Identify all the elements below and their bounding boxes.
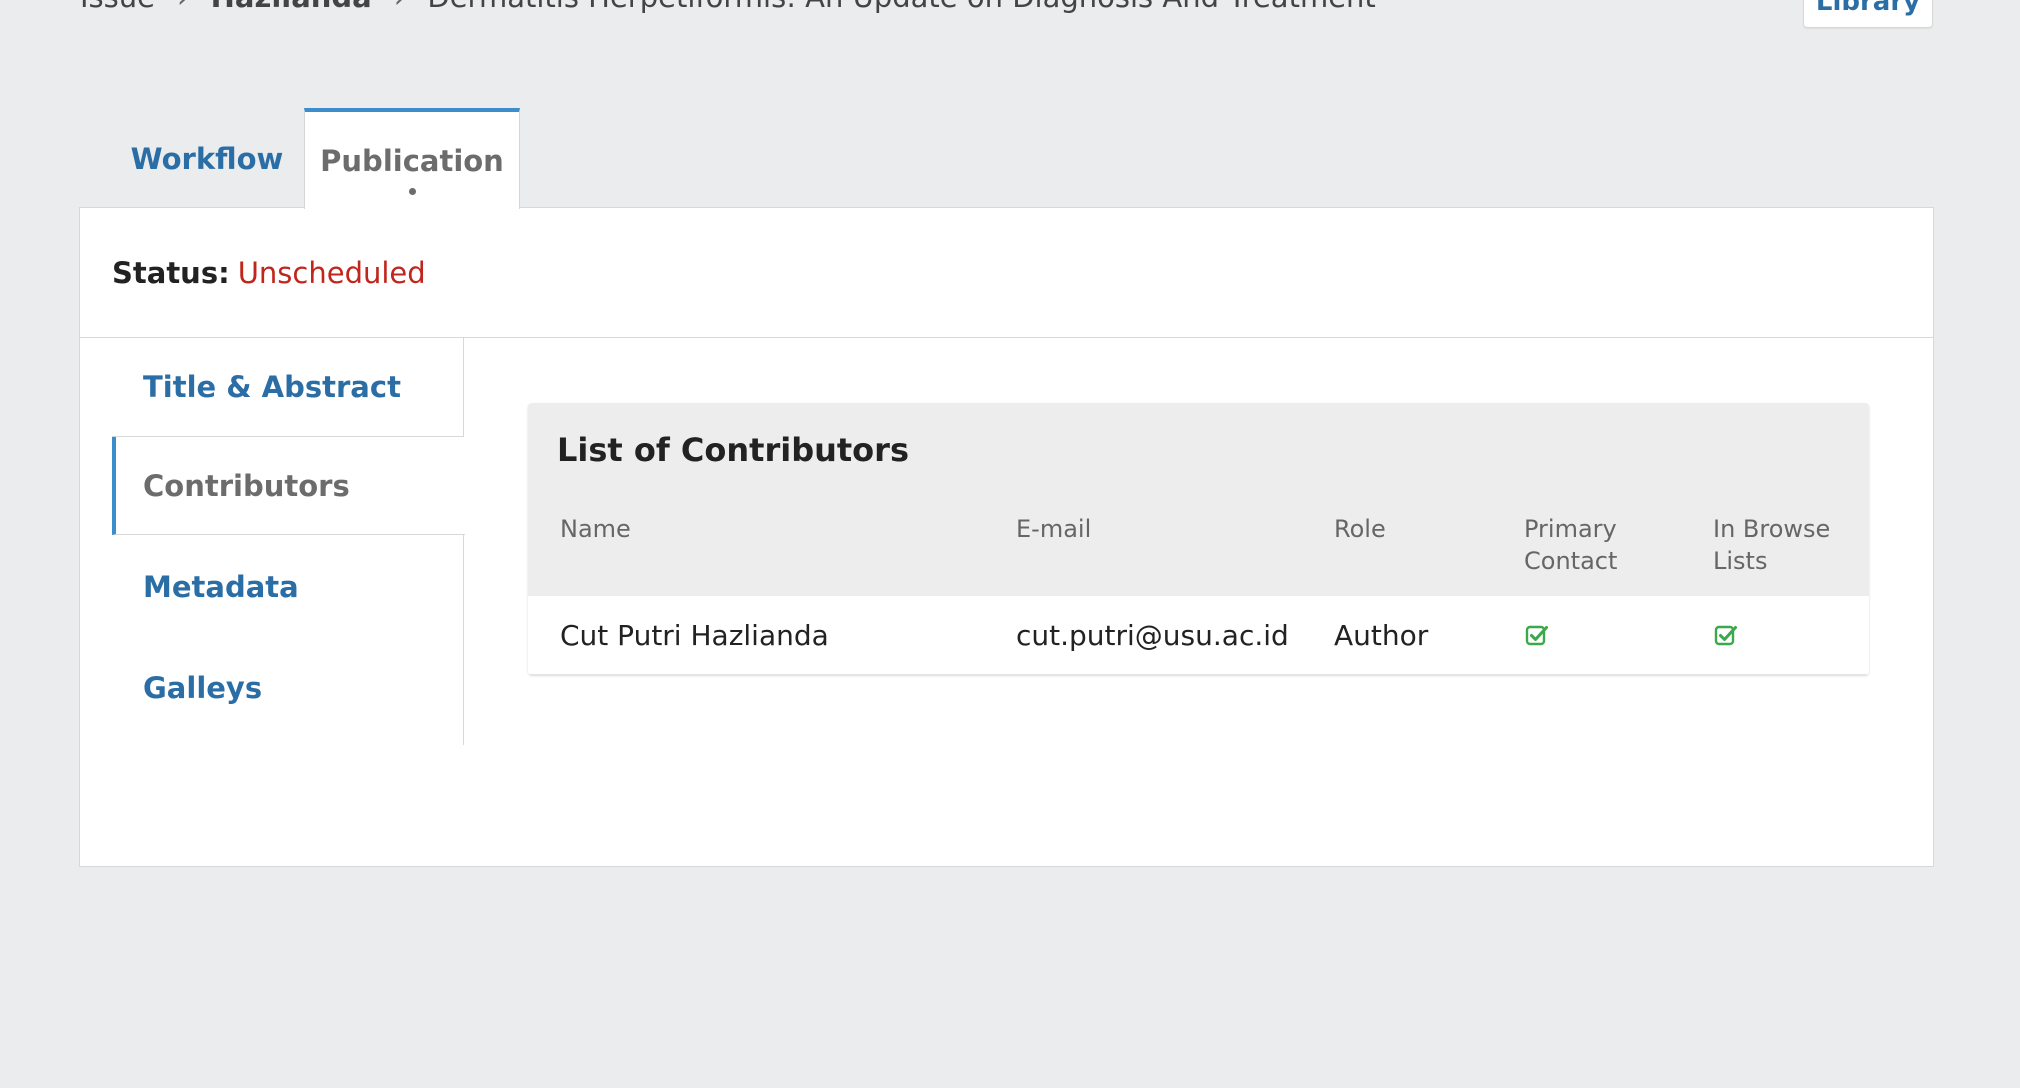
contributors-list: List of Contributors Name E-mail Role Pr… <box>528 403 1869 675</box>
library-button[interactable]: Library <box>1803 0 1933 28</box>
check-square-icon <box>1714 625 1737 646</box>
breadcrumb-separator: › <box>177 0 189 14</box>
column-header-role: Role <box>1334 515 1386 543</box>
column-header-primary-contact: Primary Contact <box>1524 513 1617 577</box>
primary-contact-check[interactable] <box>1525 596 1549 674</box>
column-header-browse-line1: In Browse <box>1713 515 1831 543</box>
workflow-tabs: Workflow Publication <box>110 108 520 209</box>
tab-workflow[interactable]: Workflow <box>110 110 304 208</box>
side-nav-divider <box>463 338 464 745</box>
breadcrumb-separator: › <box>394 0 406 14</box>
publication-status: Status: Unscheduled <box>80 208 1933 338</box>
publication-panel: Status: Unscheduled Title & Abstract Con… <box>79 207 1934 867</box>
breadcrumb: Issue › Hazlianda › Dermatitis Herpetifo… <box>80 0 1376 14</box>
tab-publication[interactable]: Publication <box>304 108 520 209</box>
column-header-in-browse-lists: In Browse Lists <box>1713 513 1830 577</box>
side-nav-title-abstract[interactable]: Title & Abstract <box>112 338 464 437</box>
status-value: Unscheduled <box>237 255 426 290</box>
breadcrumb-author[interactable]: Hazlianda <box>211 0 372 14</box>
side-nav-contributors[interactable]: Contributors <box>112 437 465 535</box>
column-header-name: Name <box>560 515 631 543</box>
check-square-icon <box>1525 625 1548 646</box>
breadcrumb-issue[interactable]: Issue <box>80 0 155 14</box>
contributors-list-title: List of Contributors <box>557 431 909 469</box>
status-label: Status: <box>112 255 230 290</box>
contributor-name: Cut Putri Hazlianda <box>560 618 829 652</box>
publication-side-nav: Title & Abstract Contributors Metadata G… <box>80 338 465 745</box>
in-browse-lists-check[interactable] <box>1714 596 1738 674</box>
column-header-browse-line2: Lists <box>1713 547 1768 575</box>
column-header-primary-contact-line2: Contact <box>1524 547 1618 575</box>
tab-publication-label: Publication <box>320 143 504 178</box>
table-row[interactable]: Cut Putri Hazlianda cut.putri@usu.ac.id … <box>528 596 1869 675</box>
column-header-email: E-mail <box>1016 515 1092 543</box>
contributor-role: Author <box>1334 618 1429 652</box>
contributors-list-header: List of Contributors Name E-mail Role Pr… <box>528 403 1869 596</box>
contributor-email: cut.putri@usu.ac.id <box>1016 618 1289 652</box>
column-header-primary-contact-line1: Primary <box>1524 515 1617 543</box>
unsaved-indicator-dot <box>409 188 416 195</box>
side-nav-galleys[interactable]: Galleys <box>112 637 464 738</box>
breadcrumb-submission-title: Dermatitis Herpetiformis: An Update on D… <box>427 0 1375 14</box>
side-nav-metadata[interactable]: Metadata <box>112 536 464 637</box>
